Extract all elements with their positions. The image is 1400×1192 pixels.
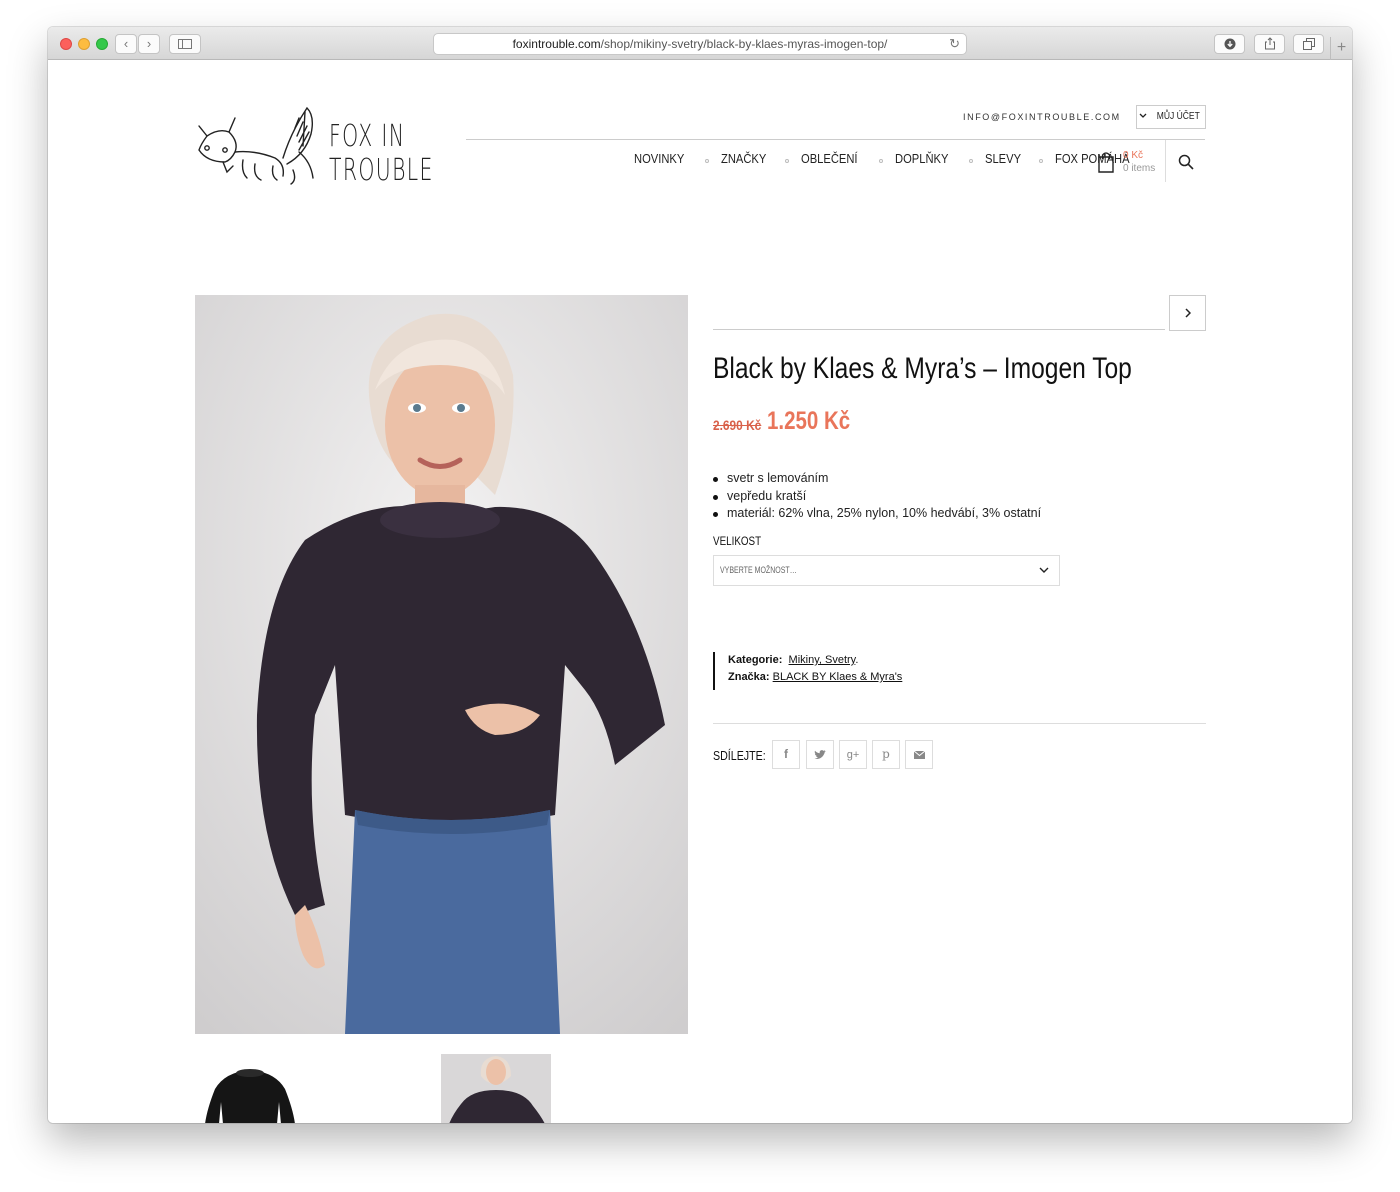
minimize-window-button[interactable] [78, 38, 90, 50]
main-navigation: NOVINKY ZNAČKY OBLEČENÍ DOPLŇKY SLEVY FO… [634, 151, 1142, 166]
product-meta: Kategorie: Mikiny, Svetry. Značka: BLACK… [713, 652, 902, 690]
twitter-icon [814, 750, 826, 759]
category-suffix: . [855, 654, 859, 666]
share-icon [1264, 37, 1275, 50]
nav-item-obleceni[interactable]: OBLEČENÍ [801, 151, 858, 166]
size-select[interactable]: VYBERTE MOŽNOST… [713, 555, 1060, 586]
category-link[interactable]: Mikiny, Svetry [789, 654, 856, 666]
share-label: SDÍLEJTE: [713, 748, 766, 763]
back-button[interactable]: ‹ [115, 34, 137, 54]
site-logo[interactable]: FOX IN TROUBLE [195, 102, 432, 192]
category-row: Kategorie: Mikiny, Svetry. [728, 652, 902, 669]
fox-logo-icon [198, 106, 314, 185]
nav-item-fox-pomaha[interactable]: FOX POMÁHÁ [1055, 151, 1130, 166]
downloads-button[interactable] [1214, 34, 1245, 54]
chevron-down-icon [1039, 567, 1049, 573]
share-google-plus-button[interactable]: g+ [839, 740, 867, 769]
nav-separator [785, 158, 790, 163]
nav-item-znacky[interactable]: ZNAČKY [721, 151, 766, 166]
shopping-bag-icon[interactable] [1097, 151, 1115, 173]
size-label: VELIKOST [713, 534, 762, 548]
browser-toolbar: ‹ › foxintrouble.com/shop/mikiny-svetry/… [48, 27, 1352, 60]
zoom-window-button[interactable] [96, 38, 108, 50]
product-main-image[interactable] [195, 295, 688, 1034]
close-window-button[interactable] [60, 38, 72, 50]
cart-total[interactable]: 0 Kč [1123, 150, 1143, 161]
product-thumbnail-2[interactable] [441, 1054, 551, 1123]
sale-price: 1.250 Kč [767, 407, 851, 435]
reload-icon[interactable]: ↻ [949, 34, 960, 54]
product-features-list: svetr s lemováním vepředu kratší materiá… [712, 470, 1041, 523]
header-divider [466, 139, 1205, 140]
sidebar-toggle-button[interactable] [169, 34, 201, 54]
share-email-button[interactable] [905, 740, 933, 769]
google-plus-icon: g+ [846, 749, 860, 761]
share-facebook-button[interactable]: f [772, 740, 800, 769]
download-icon [1224, 38, 1235, 50]
contact-email[interactable]: INFO@FOXINTROUBLE.COM [963, 112, 1121, 122]
feature-item: svetr s lemováním [712, 470, 1041, 488]
product-top-divider [713, 329, 1165, 330]
url-path: /shop/mikiny-svetry/black-by-klaes-myras… [600, 37, 888, 51]
new-tab-button[interactable]: + [1330, 37, 1352, 60]
chevron-down-icon [1139, 113, 1147, 118]
tabs-overview-button[interactable] [1293, 34, 1324, 54]
nav-separator [704, 158, 709, 163]
original-price: 2.690 Kč [713, 417, 762, 433]
share-twitter-button[interactable] [806, 740, 834, 769]
brand-label: Značka: [728, 671, 770, 683]
nav-item-slevy[interactable]: SLEVY [985, 151, 1021, 166]
email-icon [913, 750, 925, 759]
sidebar-icon [178, 39, 192, 49]
brand-row: Značka: BLACK BY Klaes & Myra's [728, 669, 902, 686]
product-title: Black by Klaes & Myra’s – Imogen Top [713, 352, 1132, 385]
search-icon[interactable] [1178, 154, 1194, 170]
next-product-button[interactable] [1169, 295, 1206, 331]
nav-separator [1039, 158, 1044, 163]
feature-item: vepředu kratší [712, 488, 1041, 506]
product-thumbnail-1[interactable] [195, 1054, 305, 1123]
my-account-button[interactable]: MŮJ ÚČET [1136, 105, 1206, 129]
logo-text: FOX IN TROUBLE [329, 120, 434, 188]
share-divider [713, 723, 1206, 724]
share-pinterest-button[interactable]: p [872, 740, 900, 769]
chevron-right-icon [1184, 308, 1191, 318]
url-host: foxintrouble.com [512, 37, 601, 51]
cart-divider [1165, 140, 1166, 182]
logo-line-2: TROUBLE [329, 153, 434, 188]
address-bar[interactable]: foxintrouble.com/shop/mikiny-svetry/blac… [433, 33, 967, 55]
product-photo [195, 295, 688, 1034]
nav-item-novinky[interactable]: NOVINKY [634, 151, 684, 166]
forward-button[interactable]: › [138, 34, 160, 54]
tabs-icon [1302, 38, 1315, 50]
my-account-label: MŮJ ÚČET [1156, 111, 1200, 122]
browser-window: ‹ › foxintrouble.com/shop/mikiny-svetry/… [48, 27, 1352, 1123]
thumbnail-photo [441, 1054, 551, 1123]
share-button[interactable] [1254, 34, 1285, 54]
brand-link[interactable]: BLACK BY Klaes & Myra's [773, 671, 903, 683]
size-select-placeholder: VYBERTE MOŽNOST… [720, 565, 797, 575]
pinterest-icon: p [882, 747, 890, 761]
facebook-icon: f [784, 747, 788, 761]
thumbnail-photo [195, 1054, 305, 1123]
logo-line-1: FOX IN [329, 119, 406, 154]
nav-item-doplnky[interactable]: DOPLŇKY [895, 151, 948, 166]
feature-item: materiál: 62% vlna, 25% nylon, 10% hedvá… [712, 505, 1041, 523]
category-label: Kategorie: [728, 654, 783, 666]
nav-separator [969, 158, 974, 163]
web-page: FOX IN TROUBLE INFO@FOXINTROUBLE.COM MŮJ… [48, 60, 1352, 1123]
cart-items-count[interactable]: 0 items [1123, 163, 1155, 174]
nav-separator [879, 158, 883, 163]
